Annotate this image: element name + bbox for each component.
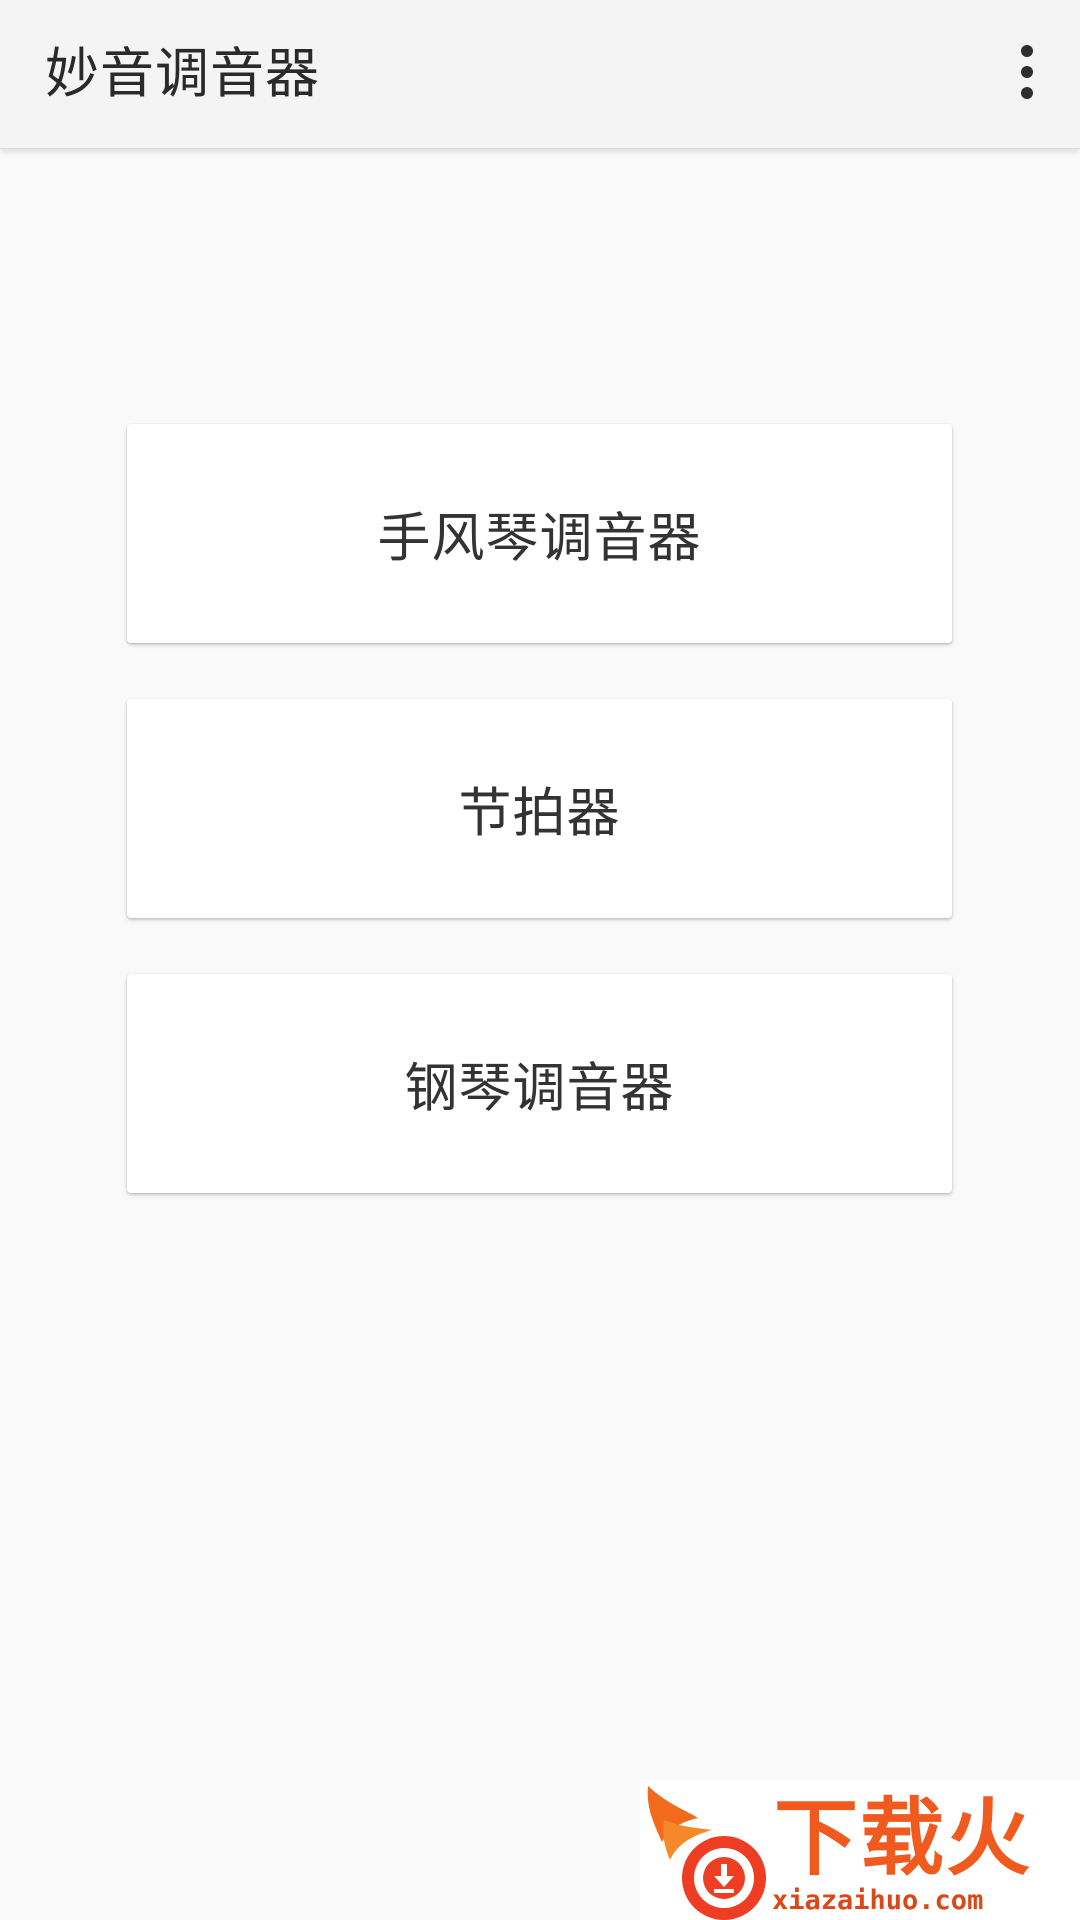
overflow-menu-button[interactable]: [996, 27, 1058, 117]
accordion-tuner-button[interactable]: 手风琴调音器: [127, 424, 952, 643]
more-vert-icon: [1021, 66, 1033, 78]
watermark-logo: 下载火 xiazaihuo.com: [640, 1780, 1080, 1920]
flame-logo-icon: [647, 1786, 766, 1920]
piano-tuner-button[interactable]: 钢琴调音器: [127, 974, 952, 1193]
watermark-brand: 下载火: [774, 1789, 1033, 1887]
accordion-tuner-label: 手风琴调音器: [377, 507, 702, 569]
more-vert-icon: [1021, 45, 1033, 57]
more-vert-icon: [1021, 87, 1033, 99]
watermark-url: xiazaihuo.com: [772, 1885, 984, 1916]
app-title: 妙音调音器: [45, 42, 320, 105]
piano-tuner-label: 钢琴调音器: [404, 1057, 675, 1119]
app-bar: 妙音调音器: [0, 0, 1080, 149]
metronome-label: 节拍器: [458, 782, 621, 844]
metronome-button[interactable]: 节拍器: [127, 699, 952, 918]
